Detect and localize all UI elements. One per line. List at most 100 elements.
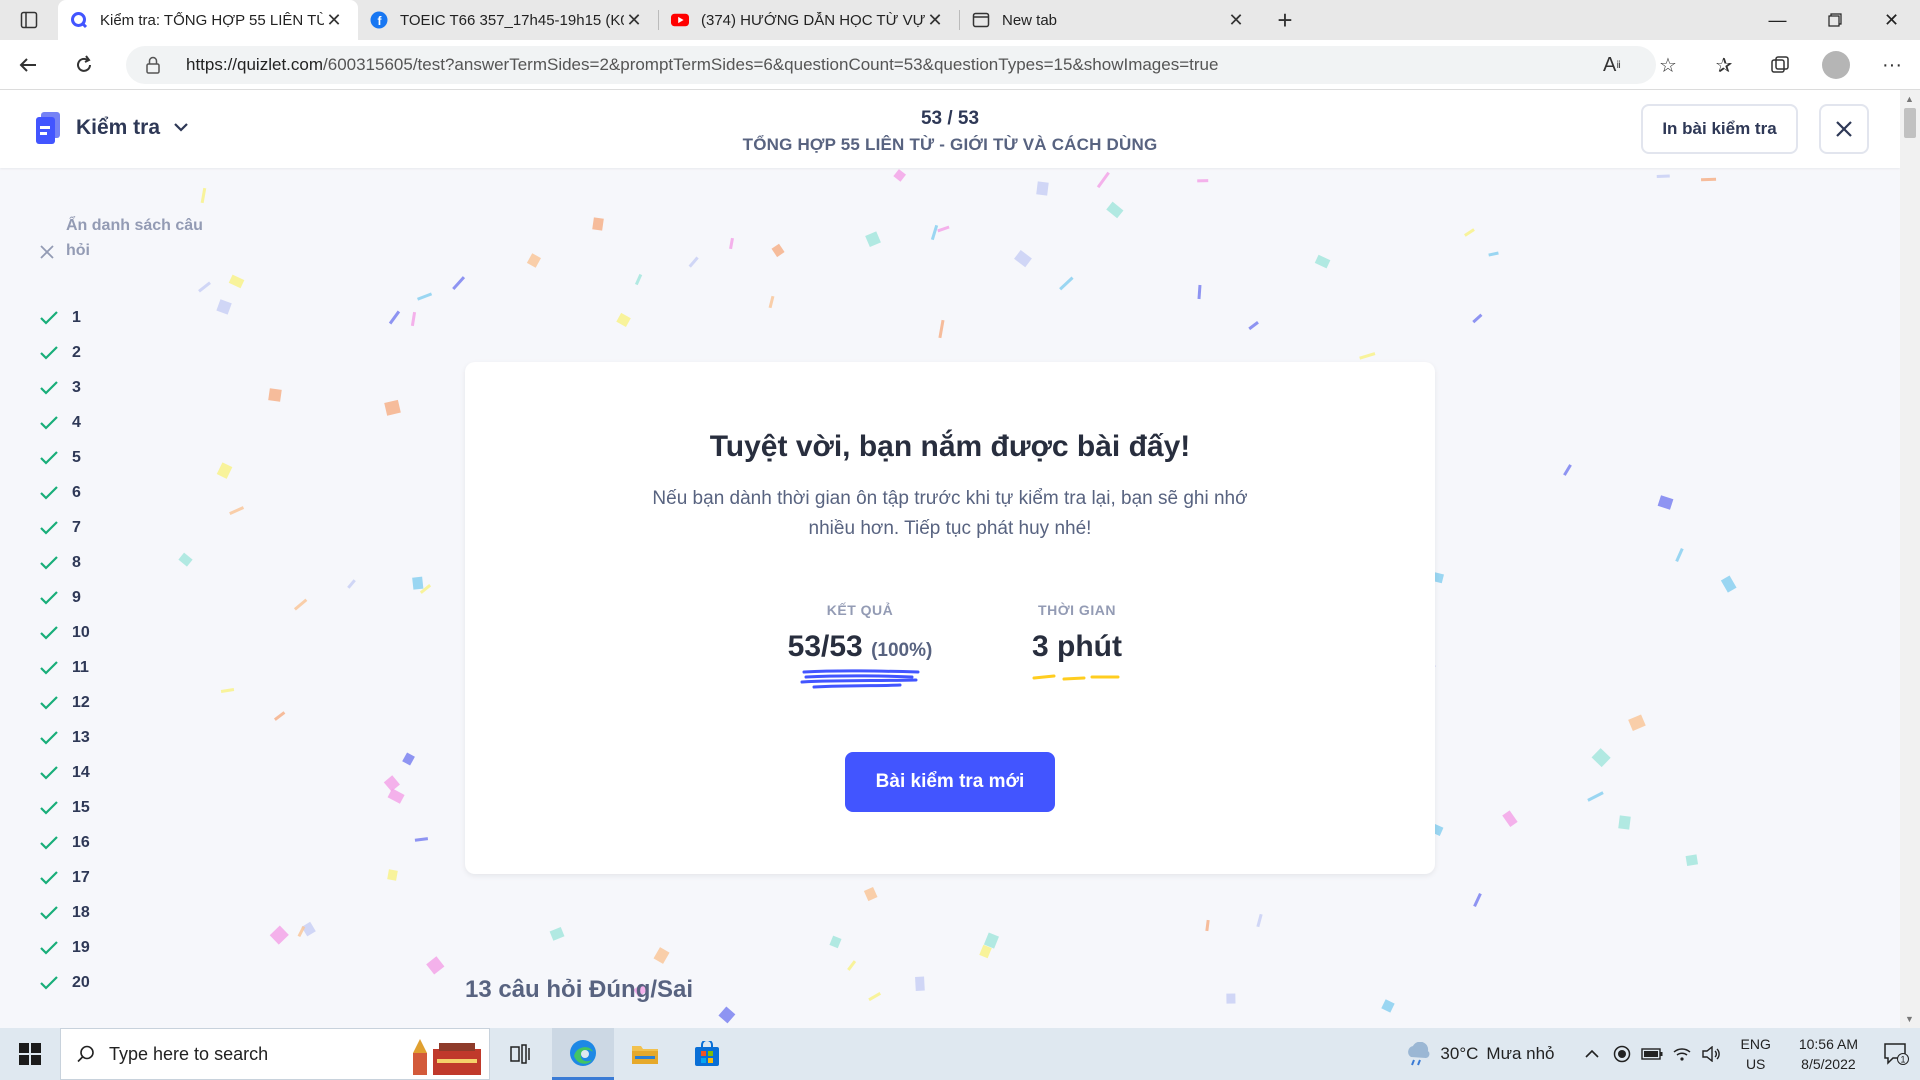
- search-placeholder: Type here to search: [109, 1043, 269, 1064]
- read-aloud-icon[interactable]: Aⅱ: [1584, 54, 1640, 77]
- question-list-item[interactable]: 19: [40, 930, 90, 965]
- volume-icon[interactable]: [1697, 1046, 1727, 1062]
- question-number: 6: [72, 483, 81, 501]
- scroll-down-icon[interactable]: ▼: [1905, 1014, 1914, 1024]
- close-icon: [1836, 121, 1852, 137]
- check-icon: [40, 905, 58, 920]
- browser-tab[interactable]: f TOEIC T66 357_17h45-19h15 (K05) ✕: [358, 0, 658, 40]
- search-highlight-illustration-icon: [413, 1039, 481, 1075]
- question-number: 10: [72, 623, 90, 641]
- score-scribble: [800, 669, 920, 689]
- question-list-item[interactable]: 8: [40, 545, 90, 580]
- record-icon[interactable]: [1607, 1045, 1637, 1063]
- question-list-item[interactable]: 14: [40, 755, 90, 790]
- question-list-item[interactable]: 2: [40, 335, 90, 370]
- check-icon: [40, 940, 58, 955]
- tab-actions-button[interactable]: [0, 0, 58, 40]
- close-tab-icon[interactable]: ✕: [1226, 10, 1246, 31]
- question-number: 17: [72, 868, 90, 886]
- taskbar-search-field[interactable]: Type here to search: [60, 1028, 490, 1080]
- check-icon: [40, 520, 58, 535]
- question-number: 15: [72, 798, 90, 816]
- battery-icon[interactable]: [1637, 1048, 1667, 1060]
- question-list-item[interactable]: 7: [40, 510, 90, 545]
- close-tab-icon[interactable]: ✕: [925, 10, 945, 31]
- question-list-item[interactable]: 9: [40, 580, 90, 615]
- question-list-item[interactable]: 3: [40, 370, 90, 405]
- question-list-item[interactable]: 15: [40, 790, 90, 825]
- check-icon: [40, 870, 58, 885]
- url-domain: https://quizlet.com: [186, 55, 324, 74]
- hide-question-list-button[interactable]: Ẩn danh sách câu hỏi: [40, 213, 226, 263]
- question-number: 2: [72, 343, 81, 361]
- start-button[interactable]: [0, 1028, 60, 1080]
- question-list-item[interactable]: 4: [40, 405, 90, 440]
- back-button[interactable]: [0, 40, 56, 90]
- scrollbar-thumb[interactable]: [1904, 108, 1916, 138]
- question-list-item[interactable]: 12: [40, 685, 90, 720]
- lang-bottom: US: [1745, 1056, 1766, 1072]
- browser-tab[interactable]: New tab ✕: [960, 0, 1260, 40]
- url-field[interactable]: https://quizlet.com/600315605/test?answe…: [126, 46, 1656, 84]
- browser-tab[interactable]: (374) HƯỚNG DẪN HỌC TỪ VỰNG ✕: [659, 0, 959, 40]
- new-tab-button[interactable]: +: [1260, 0, 1310, 40]
- collections-icon[interactable]: [1752, 55, 1808, 75]
- question-list-item[interactable]: 5: [40, 440, 90, 475]
- refresh-button[interactable]: [56, 40, 112, 90]
- favorites-icon[interactable]: ✰: [1696, 53, 1752, 78]
- progress-counter: 53 / 53: [920, 108, 980, 129]
- notification-center-icon[interactable]: 1: [1872, 1042, 1920, 1066]
- edge-taskbar-icon[interactable]: [552, 1028, 614, 1080]
- minimize-icon[interactable]: —: [1749, 0, 1806, 40]
- scroll-up-icon[interactable]: ▲: [1905, 94, 1914, 104]
- taskbar: Type here to search 30°C Mưa nhỏ ENG US …: [0, 1028, 1920, 1080]
- new-test-button[interactable]: Bài kiểm tra mới: [845, 752, 1055, 812]
- question-list-item[interactable]: 20: [40, 965, 90, 1000]
- close-tab-icon[interactable]: ✕: [324, 10, 344, 31]
- rain-cloud-icon: [1408, 1042, 1430, 1066]
- task-view-icon[interactable]: [490, 1028, 552, 1080]
- question-list-item[interactable]: 18: [40, 895, 90, 930]
- windows-icon: [19, 1043, 41, 1065]
- close-test-button[interactable]: [1819, 104, 1869, 154]
- more-menu-icon[interactable]: ···: [1864, 54, 1920, 77]
- question-number: 12: [72, 693, 90, 711]
- back-arrow-icon: [19, 57, 36, 72]
- print-test-button[interactable]: In bài kiểm tra: [1641, 104, 1798, 154]
- question-list-item[interactable]: 13: [40, 720, 90, 755]
- question-number: 3: [72, 378, 81, 396]
- question-number: 5: [72, 448, 81, 466]
- weather-widget[interactable]: 30°C Mưa nhỏ: [1404, 1042, 1555, 1066]
- question-list-item[interactable]: 17: [40, 860, 90, 895]
- search-icon: [77, 1045, 94, 1063]
- question-list-item[interactable]: 1: [40, 300, 90, 335]
- microsoft-store-icon[interactable]: [676, 1028, 738, 1080]
- restore-icon[interactable]: [1806, 0, 1863, 40]
- question-list-item[interactable]: 16: [40, 825, 90, 860]
- close-tab-icon[interactable]: ✕: [624, 10, 644, 31]
- clock[interactable]: 10:56 AM 8/5/2022: [1799, 1034, 1858, 1074]
- newtab-icon: [972, 11, 990, 29]
- browser-tab[interactable]: Kiểm tra: TỔNG HỢP 55 LIÊN TỪ - GIỚI TỪ …: [58, 0, 358, 40]
- browser-tab-strip: Kiểm tra: TỔNG HỢP 55 LIÊN TỪ - GIỚI TỪ …: [0, 0, 1920, 40]
- chevron-up-icon[interactable]: [1577, 1049, 1607, 1059]
- file-explorer-icon[interactable]: [614, 1028, 676, 1080]
- question-number: 18: [72, 903, 90, 921]
- question-list-item[interactable]: 10: [40, 615, 90, 650]
- clock-date: 8/5/2022: [1801, 1056, 1856, 1072]
- question-list-item[interactable]: 11: [40, 650, 90, 685]
- close-window-icon[interactable]: ✕: [1863, 0, 1920, 40]
- score-stat: KẾT QUẢ 53/53 (100%): [760, 602, 960, 697]
- check-icon: [40, 975, 58, 990]
- profile-avatar[interactable]: [1822, 51, 1850, 79]
- tab-title: TOEIC T66 357_17h45-19h15 (K05): [400, 11, 624, 29]
- add-favorite-icon[interactable]: ☆: [1640, 53, 1696, 78]
- tab-title: (374) HƯỚNG DẪN HỌC TỪ VỰNG: [701, 11, 925, 29]
- question-number: 13: [72, 728, 90, 746]
- question-list-item[interactable]: 6: [40, 475, 90, 510]
- page-scrollbar[interactable]: ▲ ▼: [1900, 90, 1920, 1028]
- check-icon: [40, 485, 58, 500]
- input-language[interactable]: ENG US: [1741, 1034, 1771, 1074]
- check-icon: [40, 450, 58, 465]
- wifi-icon[interactable]: [1667, 1046, 1697, 1062]
